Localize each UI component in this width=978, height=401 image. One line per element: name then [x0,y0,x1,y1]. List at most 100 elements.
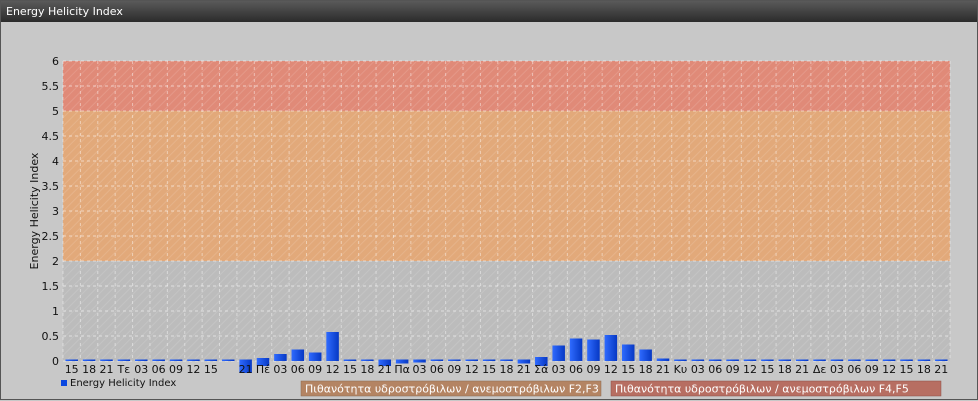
x-tick-label-13: 06 [291,363,305,376]
bar-50[interactable] [935,359,948,362]
y-tick-label-9: 4.5 [42,130,60,143]
y-tick-label-3: 1.5 [42,280,60,293]
band-label-f4f5-text: Πιθανότητα υδροστρόβιλων / ανεμοστρόβιλω… [615,383,909,396]
legend-swatch [61,380,67,386]
bar-1[interactable] [82,359,96,362]
bar-28[interactable] [552,345,565,362]
bar-9[interactable] [221,359,235,362]
bar-37[interactable] [708,359,722,362]
x-tick-label-24: 15 [482,363,496,376]
bar-34[interactable] [656,358,670,362]
bar-2[interactable] [100,359,113,362]
bar-26[interactable] [517,359,531,362]
x-tick-label-42: 21 [795,363,809,376]
x-tick-label-31: 12 [604,363,618,376]
bar-20[interactable] [413,359,426,362]
bar-0[interactable] [65,359,78,362]
bar-42[interactable] [795,359,809,362]
bar-18[interactable] [378,359,392,362]
bar-41[interactable] [778,359,792,362]
legend[interactable]: Energy Helicity Index [61,378,176,389]
bar-36[interactable] [691,359,705,362]
bar-45[interactable] [848,359,861,362]
bar-14[interactable] [308,352,322,362]
chart-widget: Energy Helicity Index 0 0.5 1 1.5 2 2.5 3 3.5 4 4… [0,0,978,400]
y-tick-label-12: 6 [52,55,59,68]
y-tick-label-5: 2.5 [42,230,60,243]
x-tick-label-8: 15 [204,363,218,376]
bar-46[interactable] [865,359,878,362]
bar-11[interactable] [256,358,270,361]
x-axis-ticks: 15 18 21 Τε 03 06 09 12 15 21 Πέ 03 06 09 12 15 18 21 Πα 03… [65,363,949,376]
y-axis-ticks: 0 0.5 1 1.5 2 2.5 3 3.5 4 4.5 5 5.5 6 [42,55,60,368]
bar-8[interactable] [204,359,218,362]
bar-21[interactable] [430,359,444,362]
y-tick-label-4: 2 [52,255,59,268]
x-tick-label-44: 03 [830,363,844,376]
bar-33[interactable] [639,349,652,362]
bar-3[interactable] [117,359,131,362]
bar-12[interactable] [274,354,287,361]
bar-29[interactable] [569,338,583,362]
bar-31[interactable] [604,335,618,361]
x-tick-label-36: 03 [691,363,705,376]
bar-48[interactable] [900,359,913,362]
x-tick-label-1: 18 [82,363,96,376]
x-tick-label-12: 03 [273,363,287,376]
bar-39[interactable] [743,359,757,362]
x-tick-label-3: Τε [117,363,131,376]
x-tick-label-25: 18 [500,363,514,376]
bar-35[interactable] [674,359,687,362]
x-tick-label-10: 21 [239,363,253,376]
x-tick-label-41: 18 [778,363,792,376]
bar-13[interactable] [291,349,305,362]
y-tick-label-1: 0.5 [42,330,60,343]
bar-22[interactable] [448,359,461,362]
x-tick-label-18: 21 [378,363,392,376]
x-tick-label-47: 12 [882,363,896,376]
x-tick-label-16: 15 [343,363,357,376]
bar-44[interactable] [830,359,844,362]
bar-38[interactable] [726,359,739,362]
x-tick-label-37: 06 [708,363,722,376]
x-tick-label-34: 21 [656,363,670,376]
legend-label: Energy Helicity Index [70,378,176,389]
bar-27[interactable] [535,357,548,361]
bar-16[interactable] [343,359,357,362]
x-tick-label-40: 15 [760,363,774,376]
bar-5[interactable] [152,359,165,362]
x-tick-label-14: 09 [308,363,322,376]
y-tick-label-0: 0 [52,355,59,368]
bar-7[interactable] [187,359,200,362]
y-tick-label-7: 3.5 [42,180,60,193]
x-tick-label-7: 12 [186,363,200,376]
x-tick-label-30: 09 [586,363,600,376]
bar-4[interactable] [135,359,148,362]
x-tick-label-43: Δε [813,363,827,376]
bar-15[interactable] [326,332,339,361]
x-tick-label-35: Κυ [674,363,688,376]
bar-25[interactable] [500,359,513,362]
x-tick-label-38: 09 [726,363,740,376]
x-tick-label-15: 12 [326,363,340,376]
y-tick-label-8: 4 [52,155,59,168]
bar-17[interactable] [361,359,374,362]
x-tick-label-29: 06 [569,363,583,376]
bar-49[interactable] [917,359,931,362]
x-tick-label-32: 15 [621,363,635,376]
bar-30[interactable] [587,339,600,362]
bar-19[interactable] [395,359,409,362]
y-tick-label-2: 1 [52,305,59,318]
x-tick-label-49: 18 [917,363,931,376]
bar-24[interactable] [482,359,496,362]
bar-6[interactable] [169,359,183,362]
bar-23[interactable] [465,359,478,362]
bar-10[interactable] [239,359,252,362]
bar-32[interactable] [621,344,635,362]
x-tick-label-21: 06 [430,363,444,376]
y-axis-title: Energy Helicity Index [28,152,41,269]
bar-43[interactable] [813,359,826,362]
x-tick-label-48: 15 [900,363,914,376]
bar-40[interactable] [761,359,774,362]
bar-47[interactable] [882,359,896,362]
